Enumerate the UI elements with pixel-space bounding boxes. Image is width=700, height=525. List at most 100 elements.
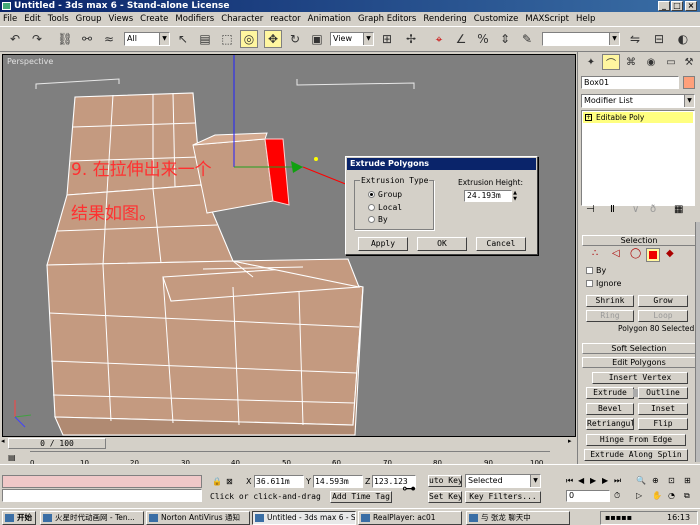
inset-button[interactable]: Inset (638, 403, 688, 415)
menu-views[interactable]: Views (109, 12, 134, 26)
reference-coordinate-dropdown[interactable]: View ▼ (330, 32, 374, 46)
percent-snap-icon[interactable]: % (474, 30, 492, 48)
window-crossing-icon[interactable]: ◎ (240, 30, 258, 48)
menu-tools[interactable]: Tools (48, 12, 69, 26)
modifier-list-dropdown[interactable]: Modifier List ▼ (581, 94, 695, 108)
radio-by-polygon[interactable]: By (368, 215, 388, 224)
task-norton[interactable]: Norton AntiVirus 通知 (146, 511, 250, 525)
extrusion-height-input[interactable]: 24.193m (464, 190, 512, 202)
menu-group[interactable]: Group (76, 12, 102, 26)
axis-constraint-icon[interactable]: ✢ (402, 30, 420, 48)
key-icon[interactable]: ⊶ (402, 481, 416, 497)
unlink-icon[interactable]: ⚯ (78, 30, 96, 48)
redo-icon[interactable]: ↷ (28, 30, 46, 48)
retriangulate-button[interactable]: Retriangula (586, 418, 634, 430)
bevel-button[interactable]: Bevel (586, 403, 634, 415)
close-button[interactable]: × (685, 1, 697, 11)
goto-start-icon[interactable]: ⏮ (566, 476, 573, 486)
ignore-backfacing-checkbox[interactable]: Ignore (586, 279, 621, 288)
goto-end-icon[interactable]: ⏭ (614, 476, 621, 486)
auto-key-button[interactable]: uto Key (428, 475, 462, 487)
move-icon[interactable]: ✥ (264, 30, 282, 48)
make-unique-icon[interactable]: ∨ (632, 204, 639, 215)
menu-file[interactable]: File (3, 12, 17, 26)
modify-tab-icon[interactable]: ⌒ (602, 54, 620, 70)
panel-scrollbar[interactable] (695, 222, 700, 462)
mini-curve-icon[interactable]: ▤ (8, 453, 16, 462)
time-slider[interactable]: 0 / 100 (8, 438, 106, 449)
border-mode-icon[interactable]: ◯ (630, 248, 641, 259)
material-editor-icon[interactable]: ◐ (674, 30, 692, 48)
named-selection-set-dropdown[interactable]: ▼ (542, 32, 620, 46)
object-color-swatch[interactable] (683, 76, 695, 89)
hinge-from-edge-button[interactable]: Hinge From Edge (586, 434, 686, 446)
task-huoxing[interactable]: 火星时代动画网 - Ten... (40, 511, 144, 525)
object-name-field[interactable]: Box01 (581, 76, 679, 89)
zoom-icon[interactable]: 🔍 (636, 476, 646, 485)
pan-icon[interactable]: ✋ (652, 491, 662, 500)
tray-icons[interactable]: ▪▪▪▪▪ (605, 513, 632, 522)
edit-polygons-rollout-header[interactable]: Edit Polygons (582, 357, 696, 368)
menu-maxscript[interactable]: MAXScript (525, 12, 569, 26)
polygon-mode-icon[interactable] (646, 248, 660, 262)
hierarchy-tab-icon[interactable]: ⌘ (622, 54, 640, 70)
slider-right-icon[interactable]: ▸ (568, 437, 572, 445)
menu-help[interactable]: Help (576, 12, 595, 26)
extrude-settings-icon[interactable] (633, 389, 638, 397)
play-icon[interactable]: ▶ (590, 476, 596, 485)
show-end-result-icon[interactable]: Ⅱ (610, 204, 615, 215)
element-mode-icon[interactable]: ◆ (666, 248, 674, 259)
soft-selection-rollout-header[interactable]: Soft Selection (582, 343, 696, 354)
lock-selection-icon[interactable]: 🔒 (212, 477, 222, 486)
absolute-mode-icon[interactable]: ⊠ (226, 477, 233, 486)
menu-reactor[interactable]: reactor (270, 12, 300, 26)
menu-edit[interactable]: Edit (24, 12, 40, 26)
rotate-icon[interactable]: ↻ (286, 30, 304, 48)
time-config-icon[interactable]: ⏱ (614, 491, 620, 501)
menu-create[interactable]: Create (140, 12, 168, 26)
undo-icon[interactable]: ↶ (6, 30, 24, 48)
apply-button[interactable]: Apply (358, 237, 408, 251)
pivot-center-icon[interactable]: ⊞ (378, 30, 396, 48)
vertex-mode-icon[interactable]: ∴ (592, 248, 598, 259)
set-key-button[interactable]: Set Key (428, 491, 462, 503)
stack-item-editable-poly[interactable]: + Editable Poly (583, 112, 693, 123)
selection-filter-dropdown[interactable]: All ▼ (124, 32, 170, 46)
add-time-tag-button[interactable]: Add Time Tag (330, 491, 392, 503)
menu-modifiers[interactable]: Modifiers (175, 12, 214, 26)
task-realplayer[interactable]: RealPlayer: ac01 (358, 511, 462, 525)
select-link-icon[interactable]: ⛓ (56, 30, 74, 48)
key-filters-button[interactable]: Key Filters... (465, 491, 541, 503)
key-mode-dropdown[interactable]: Selected ▼ (465, 474, 541, 488)
display-tab-icon[interactable]: ▭ (662, 54, 680, 70)
insert-vertex-button[interactable]: Insert Vertex (592, 372, 688, 384)
y-coordinate-field[interactable]: 14.593m (313, 475, 363, 488)
menu-rendering[interactable]: Rendering (423, 12, 466, 26)
ok-button[interactable]: OK (417, 237, 467, 251)
menu-customize[interactable]: Customize (474, 12, 519, 26)
selection-rollout-header[interactable]: Selection (582, 235, 696, 246)
zoom-extents-icon[interactable]: ⊡ (668, 476, 675, 485)
motion-tab-icon[interactable]: ◉ (642, 54, 660, 70)
by-vertex-checkbox[interactable]: By (586, 266, 606, 275)
x-coordinate-field[interactable]: 36.611m (254, 475, 304, 488)
cancel-button[interactable]: Cancel (476, 237, 526, 251)
start-button[interactable]: 开始 (2, 511, 36, 525)
edge-mode-icon[interactable]: ◁ (612, 248, 620, 259)
extrude-button[interactable]: Extrude (586, 387, 634, 399)
current-frame-field[interactable]: 0 (566, 490, 610, 502)
slider-left-icon[interactable]: ◂ (1, 437, 5, 445)
ring-button[interactable]: Ring (586, 310, 634, 322)
flip-button[interactable]: Flip (638, 418, 688, 430)
configure-sets-icon[interactable]: ▦ (674, 204, 683, 215)
outline-button[interactable]: Outline (638, 387, 688, 399)
scale-icon[interactable]: ▣ (308, 30, 326, 48)
spinner-snap-icon[interactable]: ⇕ (496, 30, 514, 48)
shrink-button[interactable]: Shrink (586, 295, 634, 307)
radio-group[interactable]: Group (368, 190, 402, 199)
radio-local[interactable]: Local (368, 203, 402, 212)
task-chat[interactable]: 与 张龙 聊天中 (466, 511, 570, 525)
task-3dsmax[interactable]: Untitled - 3ds max 6 - S... (252, 511, 356, 525)
orbit-icon[interactable]: ◔ (668, 491, 675, 500)
previous-frame-icon[interactable]: ◀ (578, 476, 584, 485)
